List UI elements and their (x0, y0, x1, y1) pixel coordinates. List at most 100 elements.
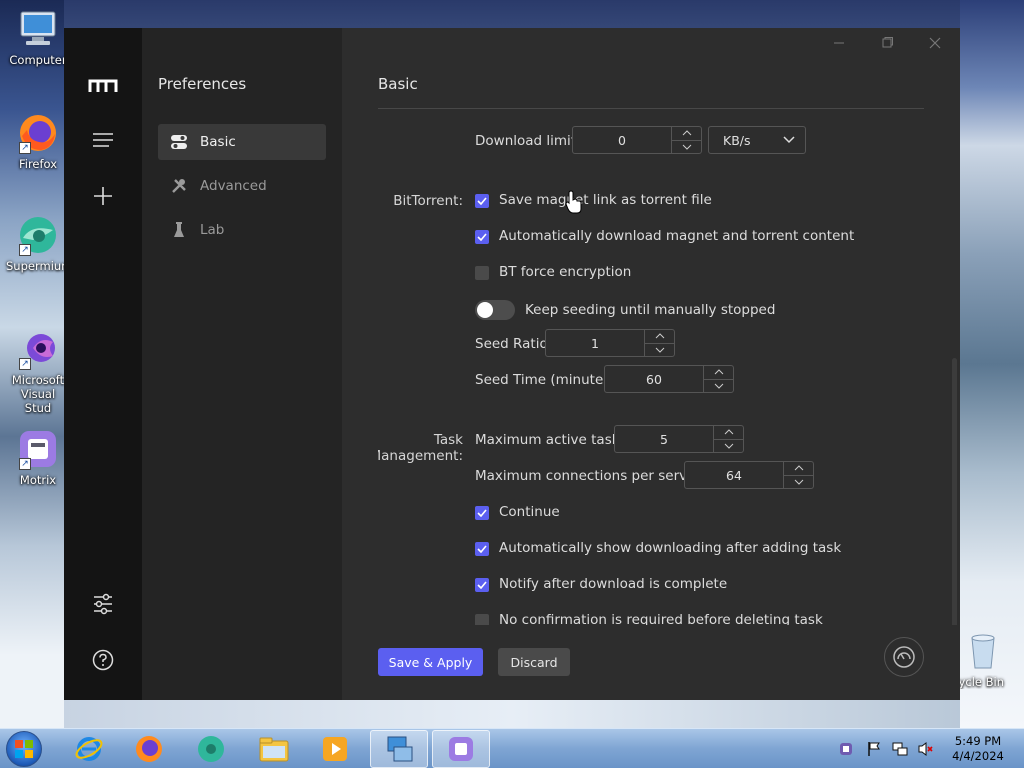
taskbar-motrix[interactable] (432, 730, 490, 768)
tray-volume[interactable] (918, 741, 934, 757)
close-button[interactable] (920, 34, 950, 52)
start-button[interactable] (6, 731, 42, 767)
recycle-bin-icon (962, 630, 1004, 672)
tray-network[interactable] (892, 741, 908, 757)
unit-select-value: KB/s (723, 132, 751, 148)
taskbar: 5:49 PM 4/4/2024 (0, 728, 1024, 768)
add-task-button[interactable] (83, 176, 123, 216)
increment-button[interactable] (704, 366, 733, 379)
no-confirm-label: No confirmation is required before delet… (499, 612, 823, 625)
supermium-icon (198, 736, 224, 762)
taskbar-network-app[interactable] (370, 730, 428, 768)
desktop-icon-firefox[interactable]: ↗ Firefox (6, 112, 70, 171)
desktop-background-right (960, 0, 1024, 728)
network-computer-icon (387, 736, 413, 762)
scrollbar[interactable] (952, 358, 957, 643)
clock-date: 4/4/2024 (952, 749, 1004, 763)
taskbar-supermium[interactable] (182, 730, 240, 768)
minimize-button[interactable] (824, 34, 854, 52)
keep-seeding-toggle[interactable] (475, 300, 515, 320)
motrix-icon: ↗ (17, 428, 59, 470)
speedometer-icon (893, 646, 915, 668)
bittorrent-label: BitTorrent: (393, 193, 463, 209)
taskbar-firefox[interactable] (120, 730, 178, 768)
taskbar-explorer[interactable] (245, 730, 303, 768)
decrement-button[interactable] (704, 378, 733, 393)
decrement-button[interactable] (645, 342, 674, 357)
chevron-down-icon (714, 383, 723, 389)
preferences-title: Preferences (158, 75, 247, 93)
taskbar-media-player[interactable] (306, 730, 364, 768)
increment-button[interactable] (714, 426, 743, 439)
menu-lines-icon (93, 133, 113, 147)
notify-label: Notify after download is complete (499, 576, 728, 592)
seed-time-label: Seed Time (minutes) (475, 372, 616, 388)
seed-time-input[interactable]: 60 (604, 365, 734, 393)
computer-icon (17, 8, 59, 50)
notify-checkbox[interactable] (475, 578, 489, 592)
desktop-icon-label: Supermium (6, 259, 73, 273)
desktop-icon-computer[interactable]: Computer (6, 8, 70, 67)
decrement-button[interactable] (784, 474, 813, 489)
chevron-down-icon (794, 479, 803, 485)
increment-button[interactable] (672, 127, 701, 140)
subnav-item-basic[interactable]: Basic (158, 124, 326, 160)
auto-download-label: Automatically download magnet and torren… (499, 228, 855, 244)
subnav-item-lab[interactable]: Lab (158, 212, 326, 248)
plus-icon (94, 187, 112, 205)
media-player-icon (323, 737, 347, 761)
desktop-icon-label: Recycle Bin (952, 675, 1004, 689)
tray-flag[interactable] (866, 741, 882, 757)
shortcut-arrow-icon: ↗ (19, 244, 31, 256)
maximize-button[interactable] (872, 34, 902, 52)
firefox-icon: ↗ (17, 112, 59, 154)
check-icon (477, 509, 487, 517)
network-icon (892, 742, 908, 756)
max-connections-input[interactable]: 64 (684, 461, 814, 489)
wrench-screwdriver-icon (170, 177, 188, 195)
save-magnet-label: Save magnet link as torrent file (499, 192, 712, 208)
help-button[interactable] (83, 640, 123, 680)
sliders-icon (94, 593, 112, 615)
check-icon (477, 233, 487, 241)
subnav-item-label: Basic (200, 134, 236, 150)
subnav-item-advanced[interactable]: Advanced (158, 168, 326, 204)
help-icon (92, 649, 114, 671)
auto-show-checkbox[interactable] (475, 542, 489, 556)
speed-mode-button[interactable] (884, 637, 924, 677)
max-active-input[interactable]: 5 (614, 425, 744, 453)
toggle-knob (477, 302, 493, 318)
decrement-button[interactable] (672, 139, 701, 154)
chevron-up-icon (794, 465, 803, 471)
increment-button[interactable] (645, 330, 674, 343)
desktop-background-bottom (64, 700, 960, 728)
desktop-icon-recycle-bin[interactable]: Recycle Bin (952, 630, 1016, 689)
desktop-icon-motrix[interactable]: ↗ Motrix (6, 428, 70, 487)
download-limit-unit-select[interactable]: KB/s (708, 126, 806, 154)
force-encryption-checkbox[interactable] (475, 266, 489, 280)
preferences-button[interactable] (83, 584, 123, 624)
taskbar-ie[interactable] (60, 730, 118, 768)
chevron-up-icon (655, 333, 664, 339)
tray-app-icon[interactable] (838, 741, 854, 757)
auto-download-checkbox[interactable] (475, 230, 489, 244)
desktop-icon-visual-studio[interactable]: ↗ Microsoft Visual Stud (6, 328, 70, 415)
close-icon (929, 37, 941, 49)
save-apply-button[interactable]: Save & Apply (378, 648, 483, 676)
task-list-button[interactable] (83, 120, 123, 160)
no-confirm-checkbox[interactable] (475, 614, 489, 625)
continue-checkbox[interactable] (475, 506, 489, 520)
visual-studio-icon: ↗ (17, 328, 59, 370)
download-limit-input[interactable]: 0 (572, 126, 702, 154)
desktop-icon-supermium[interactable]: ↗ Supermium (6, 214, 73, 273)
increment-button[interactable] (784, 462, 813, 475)
app-rail (64, 28, 142, 700)
taskbar-clock[interactable]: 5:49 PM 4/4/2024 (940, 734, 1016, 764)
seed-ratio-input[interactable]: 1 (545, 329, 675, 357)
desktop-icon-label: Firefox (18, 157, 58, 171)
discard-button[interactable]: Discard (498, 648, 570, 676)
save-magnet-checkbox[interactable] (475, 194, 489, 208)
decrement-button[interactable] (714, 438, 743, 453)
chevron-down-icon (724, 443, 733, 449)
settings-scroll-area[interactable]: Download limit 0 KB/s BitTorrent: Save m… (378, 108, 924, 625)
